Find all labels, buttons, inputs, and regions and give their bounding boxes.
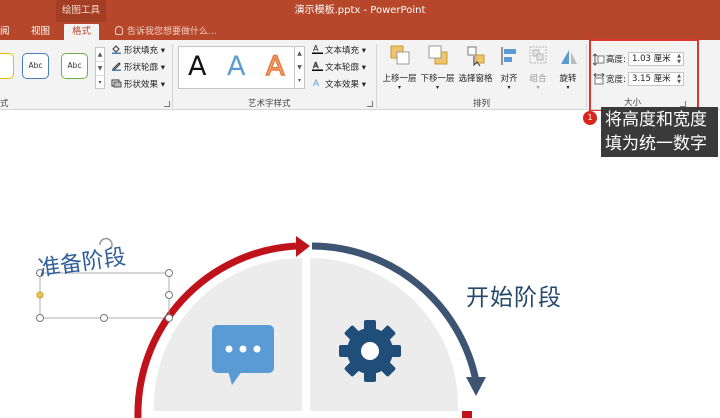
tell-me-box[interactable]: 告诉我您想要做什么... bbox=[115, 24, 217, 40]
rotate-icon bbox=[561, 50, 577, 64]
slide-canvas[interactable]: 准备阶段 开始阶段 bbox=[0, 111, 720, 418]
text-outline-icon: A bbox=[312, 61, 323, 71]
wordart-styles-launcher-icon[interactable] bbox=[367, 101, 373, 107]
send-backward-icon bbox=[428, 45, 447, 65]
group-icon bbox=[529, 46, 547, 64]
wordart-gallery[interactable]: A A A bbox=[178, 46, 305, 89]
wordart-gallery-scroll[interactable]: ▲ ▼ ▾ bbox=[294, 47, 304, 88]
group-button[interactable]: 组合 ▾ bbox=[525, 44, 551, 91]
group-label: 组合 bbox=[529, 74, 547, 84]
text-outline-button[interactable]: A 文本轮廓 ▾ bbox=[312, 61, 366, 75]
paint-bucket-icon bbox=[112, 45, 121, 54]
wordart-sample-black[interactable]: A bbox=[188, 49, 206, 85]
powerpoint-window: { "titlebar": { "context_tool": "绘图工具", … bbox=[0, 0, 720, 418]
shape-effects-button[interactable]: 形状效果 ▾ bbox=[111, 78, 165, 92]
scroll-up-icon[interactable]: ▲ bbox=[96, 48, 104, 62]
shape-effects-icon bbox=[111, 79, 122, 88]
selection-pane-button[interactable]: 选择窗格 bbox=[457, 44, 494, 84]
svg-text:A: A bbox=[313, 79, 320, 88]
ribbon-separator bbox=[172, 44, 173, 108]
arrange-group-label: 排列 bbox=[473, 99, 491, 109]
svg-text:A: A bbox=[313, 44, 319, 53]
bring-forward-button[interactable]: 上移一层 ▾ bbox=[381, 44, 418, 91]
shape-outline-label: 形状轮廓 bbox=[124, 63, 159, 73]
size-highlight-box bbox=[589, 39, 699, 112]
rotate-button[interactable]: 旋转 ▾ bbox=[555, 44, 581, 91]
text-effects-icon: A bbox=[313, 79, 320, 88]
step-badge: 1 bbox=[583, 111, 597, 125]
pencil-icon bbox=[112, 62, 121, 71]
wordart-sample-orange[interactable]: A bbox=[265, 49, 285, 85]
annotation-line-1: 将高度和宽度 bbox=[605, 110, 707, 130]
text-effects-label: 文本效果 bbox=[325, 80, 360, 90]
tab-view[interactable]: 视图 bbox=[31, 24, 50, 40]
tab-format[interactable]: 格式 bbox=[64, 24, 100, 40]
align-button[interactable]: 对齐 ▾ bbox=[496, 44, 522, 91]
navy-arrowhead bbox=[466, 377, 486, 396]
gallery-expand-icon[interactable]: ▾ bbox=[96, 76, 104, 90]
rotate-label: 旋转 bbox=[559, 74, 577, 84]
wordart-styles-group-label: 艺术字样式 bbox=[248, 99, 291, 109]
shape-style-sample-green[interactable]: Abc bbox=[61, 53, 88, 79]
text-outline-label: 文本轮廓 bbox=[325, 63, 360, 73]
gear-icon bbox=[339, 320, 401, 382]
send-backward-label: 下移一层 bbox=[420, 74, 455, 84]
gallery-expand-icon[interactable]: ▾ bbox=[295, 74, 304, 88]
selection-pane-label: 选择窗格 bbox=[458, 74, 493, 84]
align-label: 对齐 bbox=[500, 74, 518, 84]
selection-pane-icon bbox=[467, 46, 484, 67]
shape-fill-button[interactable]: 形状填充 ▾ bbox=[111, 44, 165, 58]
red-arrowhead bbox=[296, 236, 310, 257]
text-effects-button[interactable]: A 文本效果 ▾ bbox=[312, 78, 366, 92]
shape-effects-label: 形状效果 bbox=[124, 80, 159, 90]
shape-style-sample-blue[interactable]: Abc bbox=[22, 53, 49, 79]
text-fill-label: 文本填充 bbox=[325, 46, 360, 56]
shape-styles-gallery-scroll[interactable]: ▲ ▼ ▾ bbox=[95, 47, 105, 89]
annotation-line-2: 填为统一数字 bbox=[605, 134, 707, 154]
shape-styles-group-label: 式 bbox=[0, 99, 9, 109]
ribbon-separator bbox=[586, 44, 587, 108]
bring-forward-label: 上移一层 bbox=[382, 74, 417, 84]
tab-review[interactable]: 阅 bbox=[0, 24, 10, 40]
svg-text:A: A bbox=[313, 61, 319, 70]
title-bar: 绘图工具 演示模板.pptx - PowerPoint bbox=[0, 0, 720, 22]
bring-forward-icon bbox=[390, 45, 409, 65]
annotation-callout: 将高度和宽度 填为统一数字 bbox=[601, 107, 718, 157]
ribbon-tab-row: 阅 视图 格式 告诉我您想要做什么... bbox=[0, 22, 720, 40]
lightbulb-icon bbox=[115, 26, 123, 35]
shape-styles-launcher-icon[interactable] bbox=[164, 101, 170, 107]
shape-outline-button[interactable]: 形状轮廓 ▾ bbox=[111, 61, 165, 75]
align-icon bbox=[501, 47, 516, 65]
scroll-up-icon[interactable]: ▲ bbox=[295, 47, 304, 61]
text-fill-icon: A bbox=[312, 44, 323, 54]
document-title: 演示模板.pptx - PowerPoint bbox=[294, 5, 426, 16]
scroll-down-icon[interactable]: ▼ bbox=[295, 61, 304, 75]
ribbon-separator bbox=[376, 44, 377, 108]
shape-fill-label: 形状填充 bbox=[124, 46, 159, 56]
shape-style-sample-yellow[interactable] bbox=[0, 53, 14, 79]
scroll-down-icon[interactable]: ▼ bbox=[96, 62, 104, 76]
text-fill-button[interactable]: A 文本填充 ▾ bbox=[312, 44, 366, 58]
wordart-sample-blue[interactable]: A bbox=[227, 49, 245, 85]
slide-heading-right[interactable]: 开始阶段 bbox=[466, 278, 562, 312]
red-arc-stub bbox=[462, 411, 472, 418]
tell-me-text: 告诉我您想要做什么... bbox=[127, 27, 217, 37]
send-backward-button[interactable]: 下移一层 ▾ bbox=[419, 44, 456, 91]
